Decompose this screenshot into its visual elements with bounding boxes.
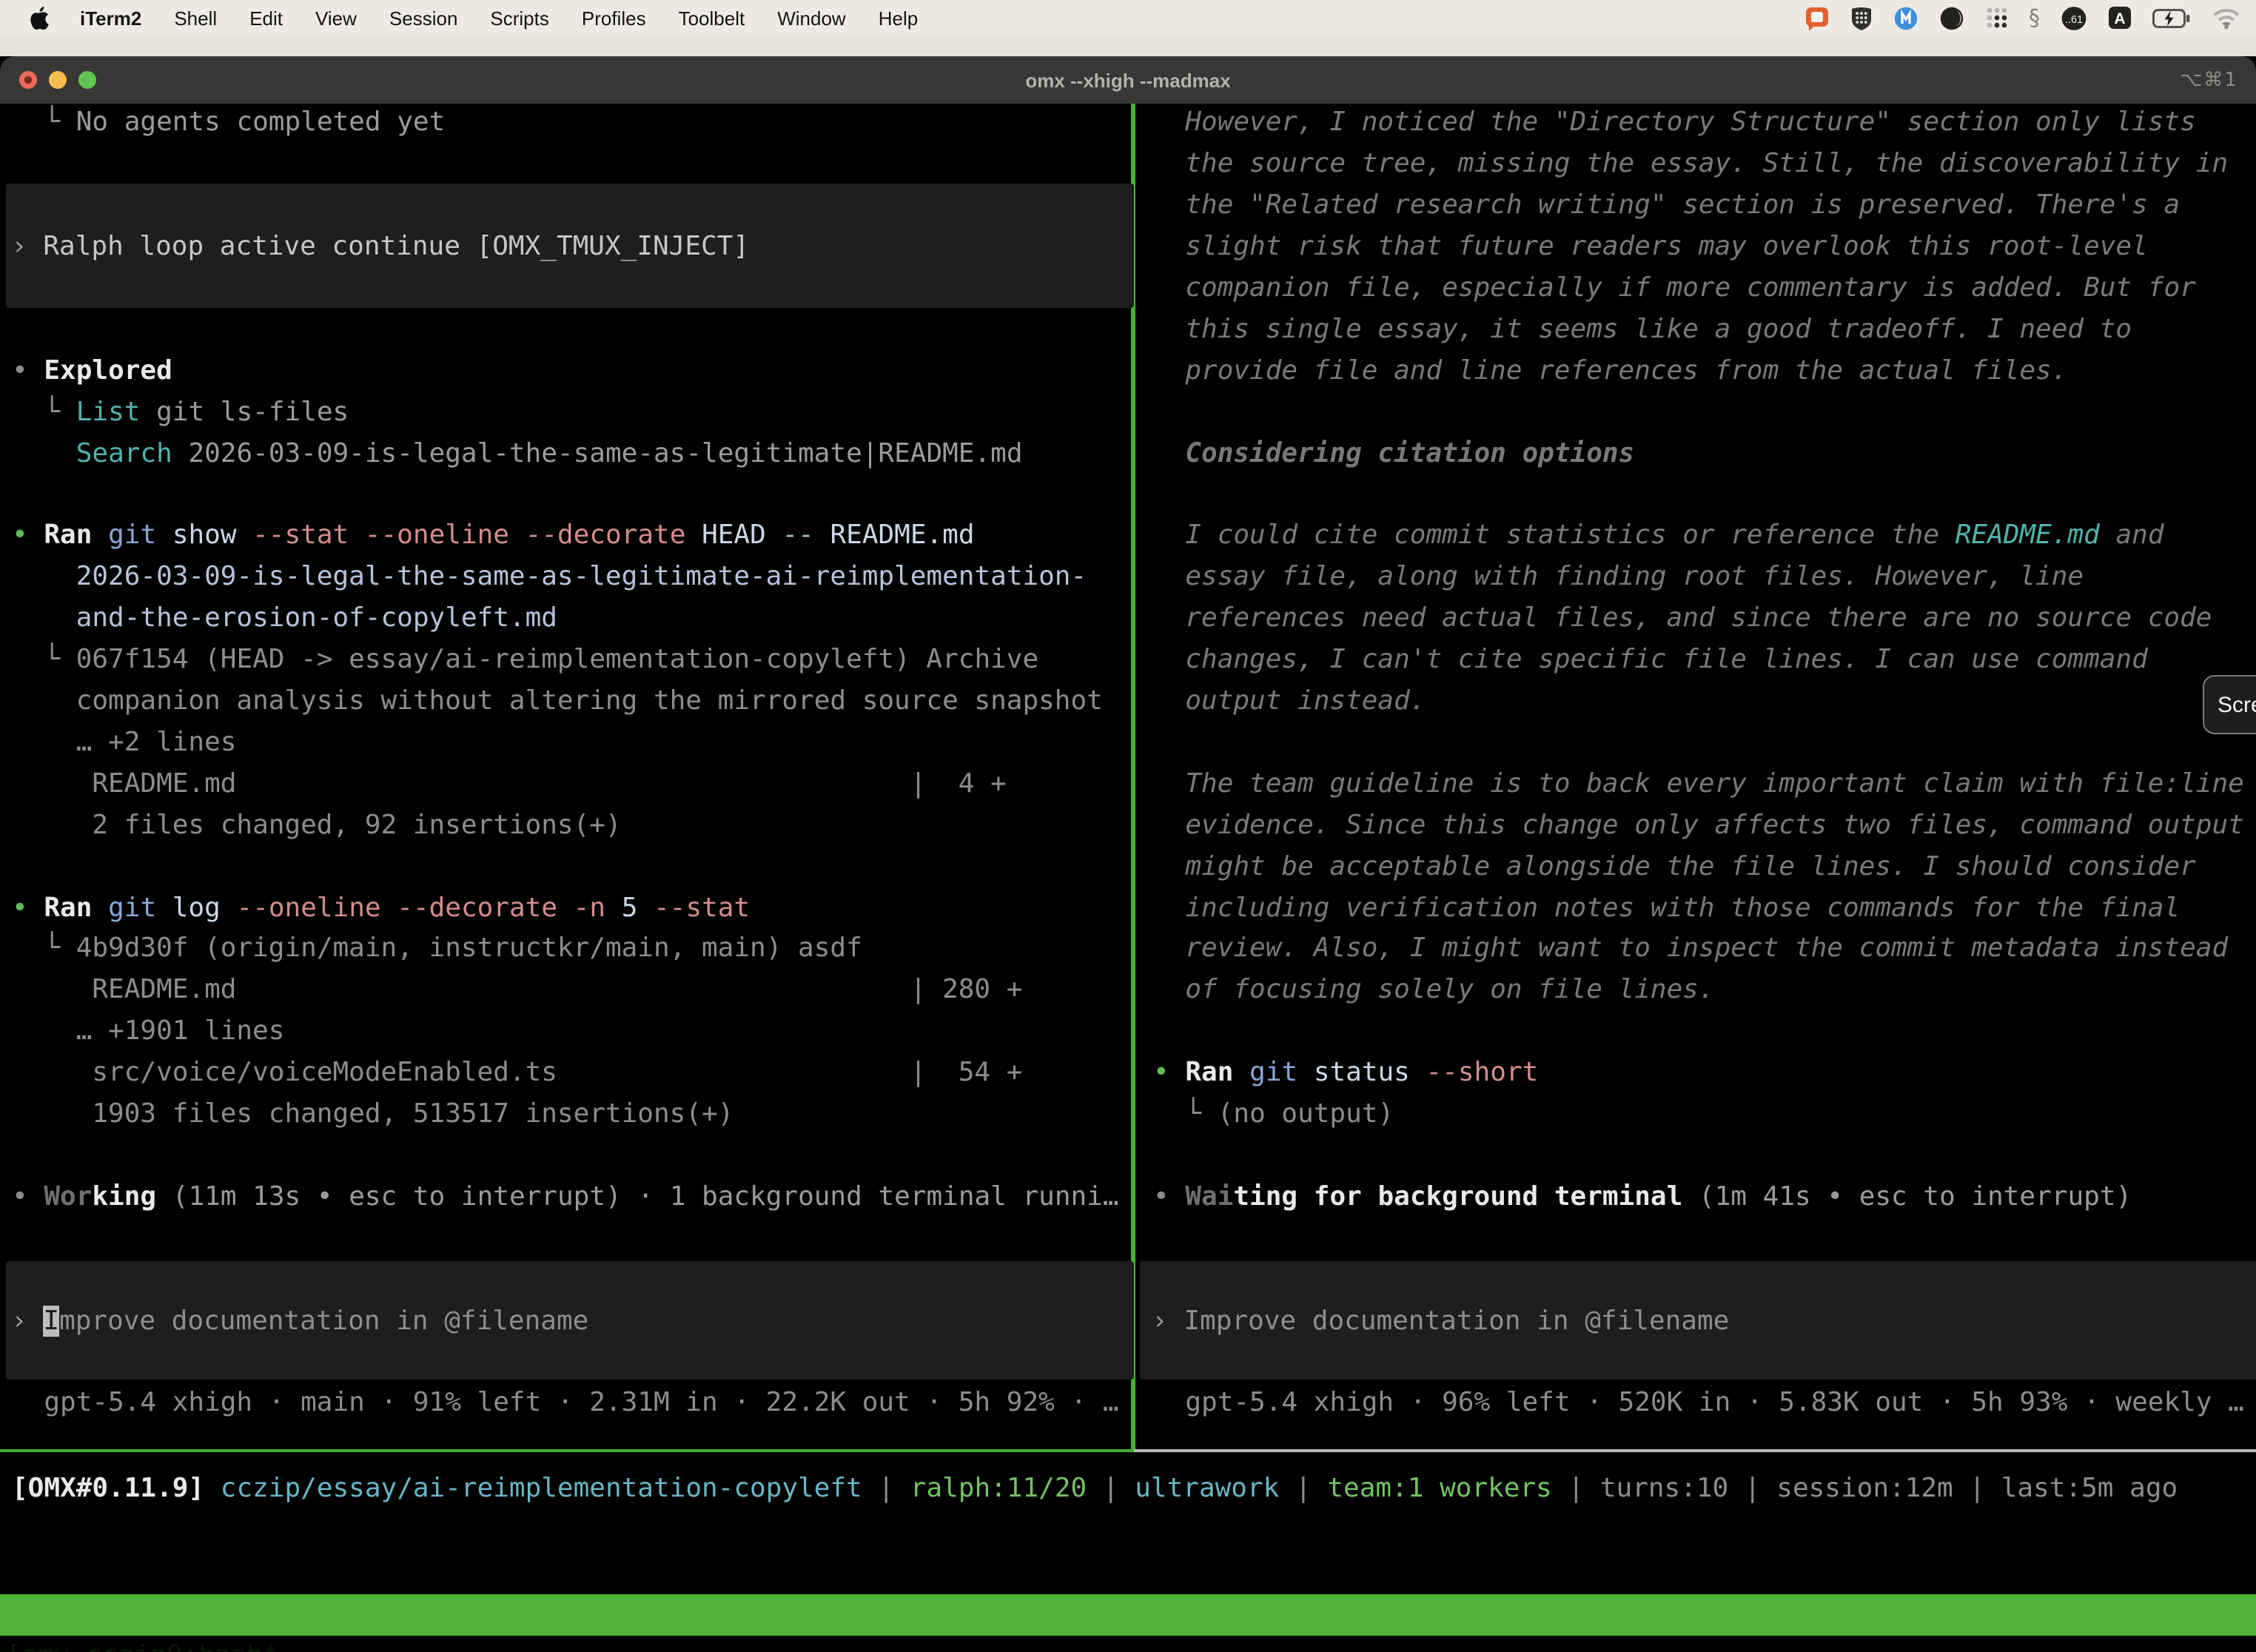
terminal-line: However, I noticed the "Directory Struct… <box>1135 103 2256 144</box>
terminal-line: • Ran git log --oneline --decorate -n 5 … <box>0 887 1131 929</box>
prompt-arrow-icon: › <box>11 230 43 261</box>
tmux-session-label: [omx-cczip0:bash* <box>6 1635 278 1652</box>
left-prompt-input[interactable]: › Improve documentation in @filename <box>6 1261 1133 1380</box>
terminal-line: of focusing solely on file lines. <box>1135 970 2256 1012</box>
terminal-line: └ List git ls-files <box>0 392 1131 433</box>
terminal-line: companion file, especially if more comme… <box>1135 268 2256 309</box>
terminal-line: I could cite commit statistics or refere… <box>1135 516 2256 557</box>
terminal-line: references need actual files, and since … <box>1135 598 2256 639</box>
terminal-line: evidence. Since this change only affects… <box>1135 805 2256 846</box>
ralph-status-box: › Ralph loop active continue [OMX_TMUX_I… <box>6 184 1133 308</box>
ralph-status-text: Ralph loop active continue [OMX_TMUX_INJ… <box>43 230 749 261</box>
screen: iTerm2ShellEditViewSessionScriptsProfile… <box>0 0 2256 1652</box>
terminal-line: README.md | 280 + <box>0 970 1131 1012</box>
terminal-line: └ (no output) <box>1135 1094 2256 1135</box>
terminal-line: └ 067f154 (HEAD -> essay/ai-reimplementa… <box>0 639 1131 681</box>
terminal-line: the "Related research writing" section i… <box>1135 185 2256 226</box>
terminal-line: … +1901 lines <box>0 1011 1131 1052</box>
left-pane-separator <box>0 1449 1134 1452</box>
terminal-line: • Ran git show --stat --oneline --decora… <box>0 516 1131 557</box>
screen-share-overlay[interactable]: Scre <box>2203 675 2256 734</box>
right-terminal-pane[interactable]: However, I noticed the "Directory Struct… <box>1135 0 2256 1652</box>
terminal-line: this single essay, it seems like a good … <box>1135 309 2256 351</box>
right-pane-separator <box>1134 1449 2256 1452</box>
working-status-line: • Working (11m 13s • esc to interrupt) ·… <box>0 1177 1131 1218</box>
right-prompt-input[interactable]: › Improve documentation in @filename <box>1140 1261 2256 1380</box>
terminal-line: including verification notes with those … <box>1135 887 2256 929</box>
tmux-status-bar: [omx-cczip0:bash* "MacBook-Pro-44.local"… <box>0 1594 2256 1635</box>
terminal-line: 1903 files changed, 513517 insertions(+) <box>0 1094 1131 1135</box>
terminal-line: and-the-erosion-of-copyleft.md <box>0 598 1131 639</box>
terminal-line: 2026-03-09-is-legal-the-same-as-legitima… <box>0 557 1131 599</box>
terminal-line: └ No agents completed yet <box>0 103 1131 144</box>
terminal-line: output instead. <box>1135 681 2256 722</box>
terminal-line: review. Also, I might want to inspect th… <box>1135 929 2256 970</box>
terminal-line: provide file and line references from th… <box>1135 351 2256 392</box>
omx-status-bar: [OMX#0.11.9] cczip/essay/ai-reimplementa… <box>12 1468 2178 1510</box>
terminal-line: src/voice/voiceModeEnabled.ts | 54 + <box>0 1052 1131 1094</box>
thinking-heading: Considering citation options <box>1135 433 2256 474</box>
model-status-line: gpt-5.4 xhigh · 96% left · 520K in · 5.8… <box>1135 1383 2256 1425</box>
left-input-text: mprove documentation in @filename <box>59 1305 588 1336</box>
model-status-line: gpt-5.4 xhigh · main · 91% left · 2.31M … <box>0 1383 1131 1425</box>
right-input-text: Improve documentation in @filename <box>1184 1305 1729 1336</box>
terminal-line: the source tree, missing the essay. Stil… <box>1135 144 2256 186</box>
terminal-line: The team guideline is to back every impo… <box>1135 764 2256 805</box>
terminal-line: companion analysis without altering the … <box>0 681 1131 722</box>
terminal-line: • Ran git status --short <box>1135 1052 2256 1094</box>
terminal-line: changes, I can't cite specific file line… <box>1135 639 2256 681</box>
screen-share-overlay-label: Scre <box>2218 692 2256 717</box>
prompt-arrow-icon: › <box>11 1305 43 1336</box>
terminal-line: might be acceptable alongside the file l… <box>1135 846 2256 887</box>
terminal-line: Search 2026-03-09-is-legal-the-same-as-l… <box>0 433 1131 474</box>
terminal-line: essay file, along with finding root file… <box>1135 557 2256 599</box>
terminal-line: 2 files changed, 92 insertions(+) <box>0 805 1131 846</box>
terminal-line: README.md | 4 + <box>0 764 1131 805</box>
terminal-line: • Explored <box>0 351 1131 392</box>
terminal-line: … +2 lines <box>0 722 1131 764</box>
prompt-arrow-icon: › <box>1152 1305 1184 1336</box>
terminal-line: slight risk that future readers may over… <box>1135 226 2256 268</box>
text-cursor: I <box>43 1305 59 1336</box>
waiting-status-line: • Waiting for background terminal (1m 41… <box>1135 1177 2256 1218</box>
terminal-line: └ 4b9d30f (origin/main, instructkr/main,… <box>0 929 1131 970</box>
